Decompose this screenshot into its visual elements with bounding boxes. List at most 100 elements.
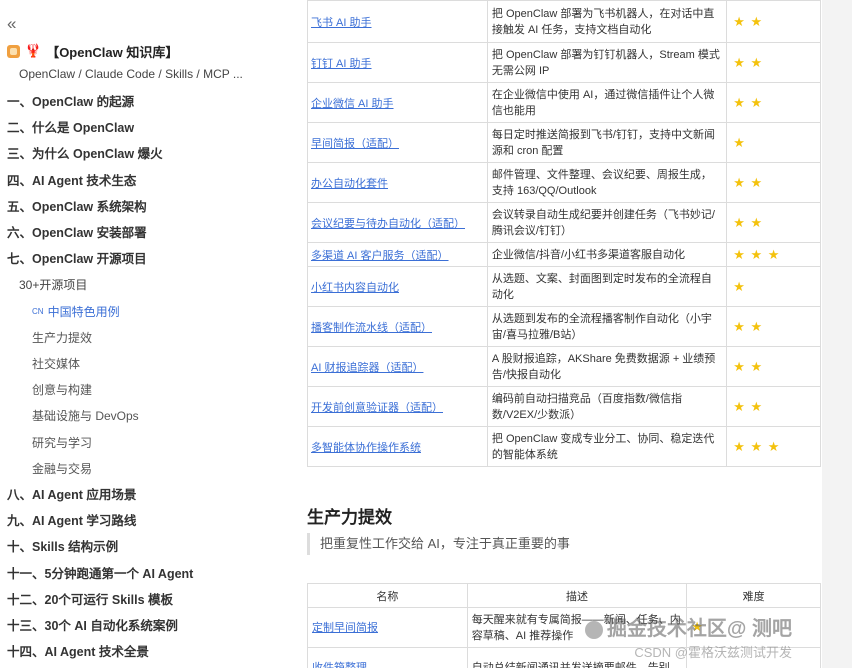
name-cell: 办公自动化套件 xyxy=(307,162,488,203)
sidebar-item[interactable]: 二、什么是 OpenClaw xyxy=(7,118,134,138)
name-cell: 定制早间简报 xyxy=(307,607,468,648)
book-icon xyxy=(7,44,20,58)
project-link[interactable]: 早间简报（适配） xyxy=(311,138,399,150)
table-row: 办公自动化套件 邮件管理、文件整理、会议纪要、周报生成，支持 163/QQ/Out… xyxy=(307,162,821,203)
star-rating-icon: ★ ★ ★ xyxy=(733,438,781,454)
name-cell: 收件箱整理 xyxy=(307,647,468,668)
difficulty-cell: ★ xyxy=(726,122,821,163)
main-content: 飞书 AI 助手 把 OpenClaw 部署为飞书机器人，在对话中直接触发 AI … xyxy=(258,0,822,668)
sidebar-item[interactable]: 四、AI Agent 技术生态 xyxy=(7,171,136,191)
project-link[interactable]: 企业微信 AI 助手 xyxy=(311,98,394,110)
sidebar-item[interactable]: 三、为什么 OpenClaw 爆火 xyxy=(7,144,163,164)
table-row: 早间简报（适配） 每日定时推送简报到飞书/钉钉，支持中文新闻源和 cron 配置 ★ xyxy=(307,122,821,163)
difficulty-cell: ★ xyxy=(726,266,821,307)
juejin-logo-icon xyxy=(584,620,603,639)
cn-flag-icon: CN xyxy=(32,307,44,317)
project-link[interactable]: AI 财报追踪器（适配） xyxy=(311,362,423,374)
project-link[interactable]: 小红书内容自动化 xyxy=(311,282,399,294)
csdn-watermark: CSDN @霍格沃兹测试开发 xyxy=(634,645,792,660)
cn-usecase-table: 飞书 AI 助手 把 OpenClaw 部署为飞书机器人，在对话中直接触发 AI … xyxy=(307,0,821,467)
sidebar-item[interactable]: 社交媒体 xyxy=(32,354,80,374)
star-rating-icon: ★ ★ xyxy=(733,174,764,190)
project-link[interactable]: 收件箱整理 xyxy=(312,662,367,668)
name-cell: 开发前创意验证器（适配） xyxy=(307,386,488,427)
sidebar-item[interactable]: 生产力提效 xyxy=(32,328,92,348)
collapse-sidebar-icon[interactable]: « xyxy=(7,14,16,34)
project-link[interactable]: 会议纪要与待办自动化（适配） xyxy=(311,218,465,230)
sidebar-item[interactable]: 七、OpenClaw 开源项目 xyxy=(7,249,147,269)
sidebar-item-label: 基础设施与 DevOps xyxy=(32,409,139,424)
sidebar-item[interactable]: 五、OpenClaw 系统架构 xyxy=(7,197,147,217)
sidebar-item[interactable]: 研究与学习 xyxy=(32,433,92,453)
difficulty-cell: ★ ★ xyxy=(726,346,821,387)
sidebar-item-label: 一、OpenClaw 的起源 xyxy=(7,95,135,109)
table-row: 企业微信 AI 助手 在企业微信中使用 AI，通过微信插件让个人微信也能用 ★ ★ xyxy=(307,82,821,123)
sidebar-item[interactable]: 十一、5分钟跑通第一个 AI Agent xyxy=(7,564,193,584)
sidebar-item-label: 十四、AI Agent 技术全景 xyxy=(7,645,149,660)
project-link[interactable]: 开发前创意验证器（适配） xyxy=(311,402,443,414)
scroll-gutter xyxy=(822,0,852,668)
project-link[interactable]: 播客制作流水线（适配） xyxy=(311,322,432,334)
knowledge-base-title[interactable]: 🦞 【OpenClaw 知识库】 xyxy=(7,42,178,60)
sidebar-item[interactable]: 十三、30个 AI 自动化系统案例 xyxy=(7,616,178,636)
table-row: 钉钉 AI 助手 把 OpenClaw 部署为钉钉机器人，Stream 模式无需公… xyxy=(307,42,821,83)
sidebar-item[interactable]: 创意与构建 xyxy=(32,380,92,400)
star-rating-icon: ★ ★ ★ xyxy=(733,246,781,262)
difficulty-cell: ★ ★ xyxy=(726,42,821,83)
star-rating-icon: ★ ★ xyxy=(733,214,764,230)
sidebar-item[interactable]: 金融与交易 xyxy=(32,459,92,479)
project-link[interactable]: 定制早间简报 xyxy=(312,622,378,634)
star-rating-icon: ★ ★ xyxy=(733,398,764,414)
sidebar-item[interactable]: 八、AI Agent 应用场景 xyxy=(7,485,136,505)
table-row: 多渠道 AI 客户服务（适配） 企业微信/抖音/小红书多渠道客服自动化 ★ ★ ★ xyxy=(307,242,821,267)
sidebar-item[interactable]: 十二、20个可运行 Skills 模板 xyxy=(7,590,173,610)
sidebar-item-label: 中国特色用例 xyxy=(47,304,120,319)
table-row: 小红书内容自动化 从选题、文案、封面图到定时发布的全流程自动化 ★ xyxy=(307,266,821,307)
sidebar-item[interactable]: 30+开源项目 xyxy=(19,275,87,295)
description-cell: 编码前自动扫描竞品（百度指数/微信指数/V2EX/少数派） xyxy=(486,386,728,427)
description-cell: 从选题、文案、封面图到定时发布的全流程自动化 xyxy=(486,266,728,307)
sidebar-item-label: 社交媒体 xyxy=(32,357,81,371)
name-cell: 会议纪要与待办自动化（适配） xyxy=(307,202,488,243)
project-link[interactable]: 飞书 AI 助手 xyxy=(311,17,372,29)
name-cell: 飞书 AI 助手 xyxy=(307,0,488,43)
sidebar-item-label: 生产力提效 xyxy=(32,330,93,345)
description-cell: 把 OpenClaw 部署为钉钉机器人，Stream 模式无需公网 IP xyxy=(486,42,728,83)
description-cell: 邮件管理、文件整理、会议纪要、周报生成，支持 163/QQ/Outlook xyxy=(486,162,728,203)
column-header-difficulty: 难度 xyxy=(686,583,821,608)
sidebar-item[interactable]: 基础设施与 DevOps xyxy=(32,406,139,426)
sidebar-item[interactable]: CN 中国特色用例 xyxy=(32,302,120,322)
sidebar-item[interactable]: 一、OpenClaw 的起源 xyxy=(7,92,134,112)
sidebar-item-label: 研究与学习 xyxy=(32,435,93,450)
description-cell: 每日定时推送简报到飞书/钉钉，支持中文新闻源和 cron 配置 xyxy=(486,122,728,163)
book-subtitle: OpenClaw / Claude Code / Skills / MCP ..… xyxy=(19,67,243,81)
sidebar-item[interactable]: 十四、AI Agent 技术全景 xyxy=(7,642,149,662)
sidebar-item[interactable]: 十、Skills 结构示例 xyxy=(7,537,118,557)
difficulty-cell: ★ ★ xyxy=(726,0,821,43)
difficulty-cell: ★ ★ xyxy=(726,202,821,243)
star-rating-icon: ★ ★ xyxy=(733,358,764,374)
table-row: AI 财报追踪器（适配） A 股财报追踪，AKShare 免费数据源 + 业绩预告… xyxy=(307,346,821,387)
name-cell: AI 财报追踪器（适配） xyxy=(307,346,488,387)
sidebar-item-label: 十三、30个 AI 自动化系统案例 xyxy=(7,619,178,633)
project-link[interactable]: 办公自动化套件 xyxy=(311,178,388,190)
name-cell: 小红书内容自动化 xyxy=(307,266,488,307)
sidebar: « 🦞 【OpenClaw 知识库】 OpenClaw / Claude Cod… xyxy=(0,0,258,668)
sidebar-item-label: 金融与交易 xyxy=(32,461,93,476)
difficulty-cell: ★ ★ xyxy=(726,82,821,123)
sidebar-item-label: 八、AI Agent 应用场景 xyxy=(7,488,137,502)
table-row: 多智能体协作操作系统 把 OpenClaw 变成专业分工、协同、稳定迭代的智能体系… xyxy=(307,426,821,467)
section-heading: 生产力提效 xyxy=(307,508,392,527)
sidebar-item[interactable]: 六、OpenClaw 安装部署 xyxy=(7,223,147,243)
sidebar-item[interactable]: 九、AI Agent 学习路线 xyxy=(7,511,136,531)
project-link[interactable]: 钉钉 AI 助手 xyxy=(311,58,372,70)
watermark-text: 掘金技术社区@ 测吧 xyxy=(606,618,792,640)
project-link[interactable]: 多智能体协作操作系统 xyxy=(311,442,421,454)
difficulty-cell: ★ ★ ★ xyxy=(726,242,821,267)
column-header-name: 名称 xyxy=(307,583,468,608)
sidebar-item-label: 九、AI Agent 学习路线 xyxy=(7,514,137,529)
sidebar-item-label: 十、Skills 结构示例 xyxy=(7,540,119,555)
project-link[interactable]: 多渠道 AI 客户服务（适配） xyxy=(311,250,449,262)
difficulty-cell: ★ ★ xyxy=(726,306,821,347)
star-rating-icon: ★ ★ xyxy=(733,94,764,110)
